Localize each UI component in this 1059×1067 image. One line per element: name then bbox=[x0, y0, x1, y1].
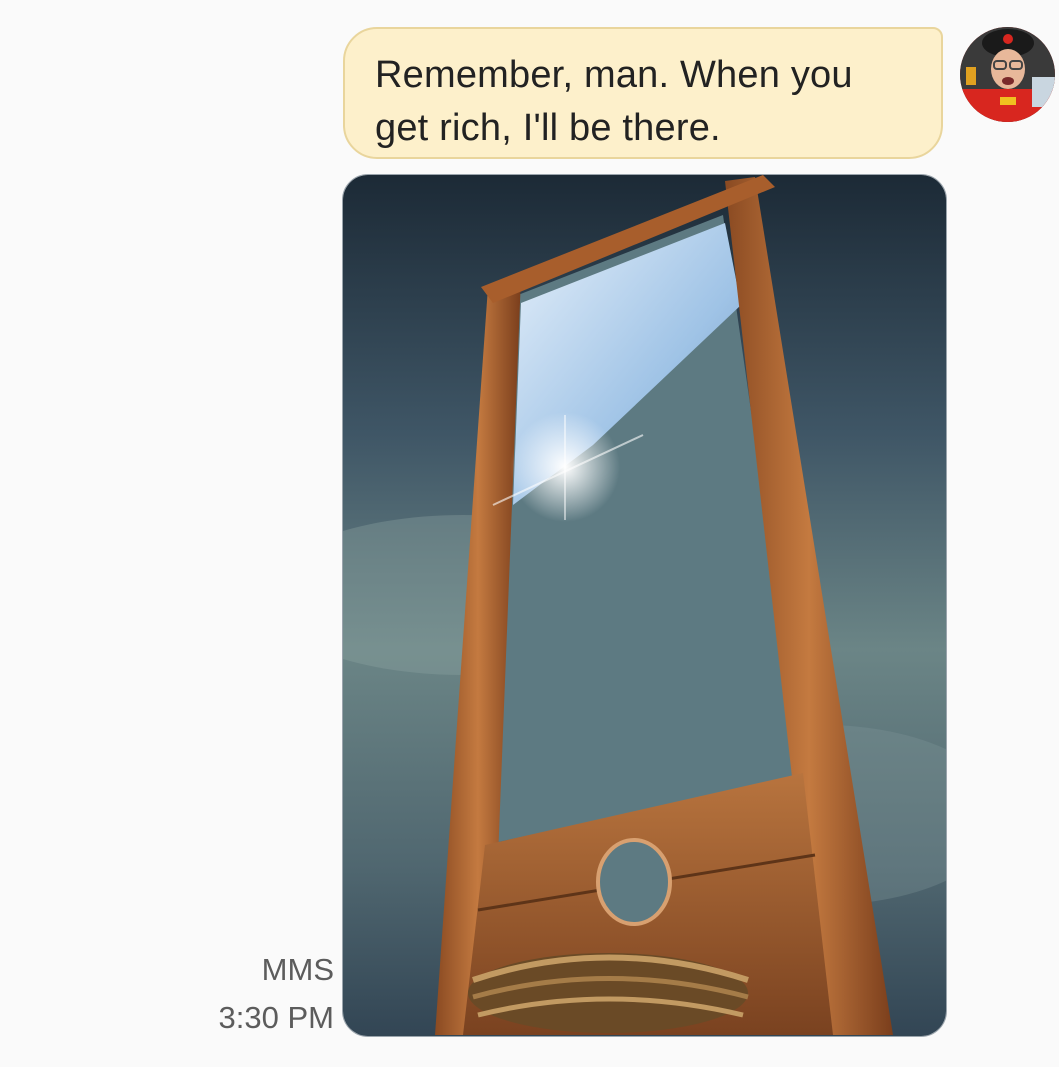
message-timestamp: 3:30 PM bbox=[218, 1000, 334, 1035]
conversation-thread: Remember, man. When you get rich, I'll b… bbox=[0, 0, 1059, 1067]
message-bubble[interactable]: Remember, man. When you get rich, I'll b… bbox=[343, 27, 943, 159]
message-type-label: MMS bbox=[261, 952, 334, 987]
message-meta: MMS 3:30 PM bbox=[219, 946, 334, 1042]
mms-image-attachment[interactable] bbox=[342, 174, 947, 1037]
guillotine-image bbox=[343, 175, 946, 1036]
person-avatar-icon bbox=[960, 27, 1055, 122]
contact-avatar[interactable] bbox=[960, 27, 1055, 122]
message-text: Remember, man. When you get rich, I'll b… bbox=[375, 54, 853, 149]
